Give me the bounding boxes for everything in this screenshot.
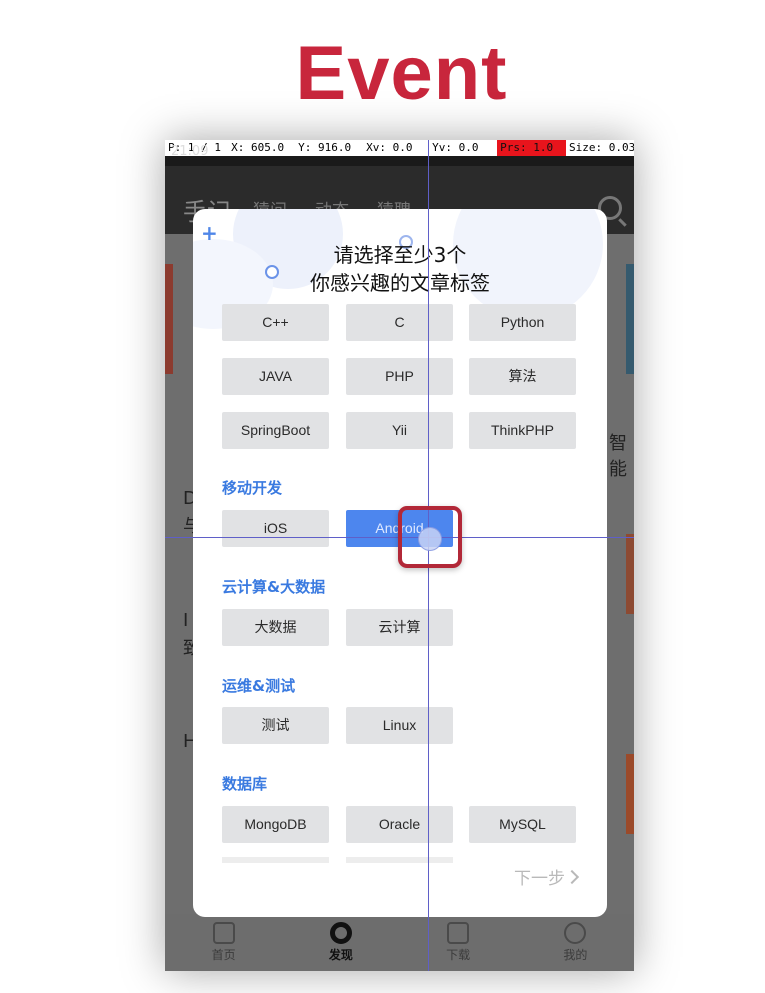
dialog-title: 请选择至少3个 你感兴趣的文章标签 bbox=[193, 241, 607, 297]
tag-button[interactable]: Yii bbox=[346, 412, 453, 449]
banner-right-edge bbox=[626, 264, 634, 374]
tag-button[interactable]: 测试 bbox=[222, 707, 329, 744]
pointer-location-bar: P: 1 / 1 X: 605.0 Y: 916.0 Xv: 0.0 Yv: 0… bbox=[165, 140, 634, 156]
tag-button[interactable]: iOS bbox=[222, 510, 329, 547]
tag-button[interactable]: MySQL bbox=[469, 806, 576, 843]
dialog-title-line2: 你感兴趣的文章标签 bbox=[310, 271, 490, 295]
tag-button[interactable]: MongoDB bbox=[222, 806, 329, 843]
debug-x: X: 605.0 bbox=[231, 141, 285, 154]
next-step-button[interactable]: 下一步 bbox=[514, 864, 580, 889]
tag-button[interactable]: 大数据 bbox=[222, 609, 329, 646]
slide-title: Event bbox=[295, 31, 508, 116]
tag-button[interactable]: SpringBoot bbox=[222, 412, 329, 449]
plus-icon: + bbox=[201, 221, 218, 245]
tag-button[interactable]: 云计算 bbox=[346, 609, 453, 646]
section-heading-ops: 运维&测试 bbox=[222, 677, 296, 695]
tag-button[interactable]: 算法 bbox=[469, 358, 576, 395]
next-step-label: 下一步 bbox=[514, 869, 565, 889]
thumb-right-edge bbox=[626, 754, 634, 834]
bottom-nav: 首页 发现 下载 我的 bbox=[165, 914, 634, 971]
nav-profile[interactable]: 我的 bbox=[517, 914, 634, 971]
debug-size: Size: 0.03 bbox=[569, 141, 634, 154]
tag-button[interactable]: PHP bbox=[346, 358, 453, 395]
tag-button[interactable]: ThinkPHP bbox=[469, 412, 576, 449]
tag-button[interactable]: Linux bbox=[346, 707, 453, 744]
nav-home[interactable]: 首页 bbox=[165, 914, 282, 971]
dialog-title-line1: 请选择至少3个 bbox=[333, 243, 467, 267]
tag-button[interactable]: C bbox=[346, 304, 453, 341]
status-time: 21:09 bbox=[171, 144, 209, 159]
scroll-fade bbox=[222, 857, 329, 863]
right-edge-text: 智能 bbox=[609, 433, 627, 480]
tag-button[interactable]: JAVA bbox=[222, 358, 329, 395]
nav-label: 我的 bbox=[563, 948, 588, 962]
section-heading-database: 数据库 bbox=[222, 775, 268, 793]
nav-label: 发现 bbox=[328, 948, 353, 962]
nav-discover[interactable]: 发现 bbox=[282, 914, 399, 971]
nav-label: 下载 bbox=[446, 948, 471, 962]
tag-button[interactable]: Python bbox=[469, 304, 576, 341]
download-icon bbox=[447, 922, 470, 944]
nav-download[interactable]: 下载 bbox=[400, 914, 517, 971]
left-edge-letter: I bbox=[183, 610, 189, 631]
tag-button[interactable]: C++ bbox=[222, 304, 329, 341]
thumb-right-edge bbox=[626, 534, 634, 614]
profile-icon bbox=[564, 922, 587, 944]
home-icon bbox=[212, 922, 235, 944]
scroll-fade bbox=[346, 857, 453, 863]
tag-button[interactable]: Oracle bbox=[346, 806, 453, 843]
nav-label: 首页 bbox=[211, 948, 236, 962]
section-heading-cloud: 云计算&大数据 bbox=[222, 578, 326, 596]
debug-y: Y: 916.0 bbox=[298, 141, 352, 154]
tap-highlight-box bbox=[398, 506, 462, 568]
debug-pressure: Prs: 1.0 bbox=[497, 140, 567, 156]
debug-xv: Xv: 0.0 bbox=[366, 141, 413, 154]
banner-left-edge bbox=[165, 264, 173, 374]
section-heading-mobile: 移动开发 bbox=[222, 479, 283, 497]
discover-icon bbox=[329, 922, 352, 944]
debug-yv: Yv: 0.0 bbox=[432, 141, 479, 154]
chevron-right-icon bbox=[564, 869, 580, 885]
